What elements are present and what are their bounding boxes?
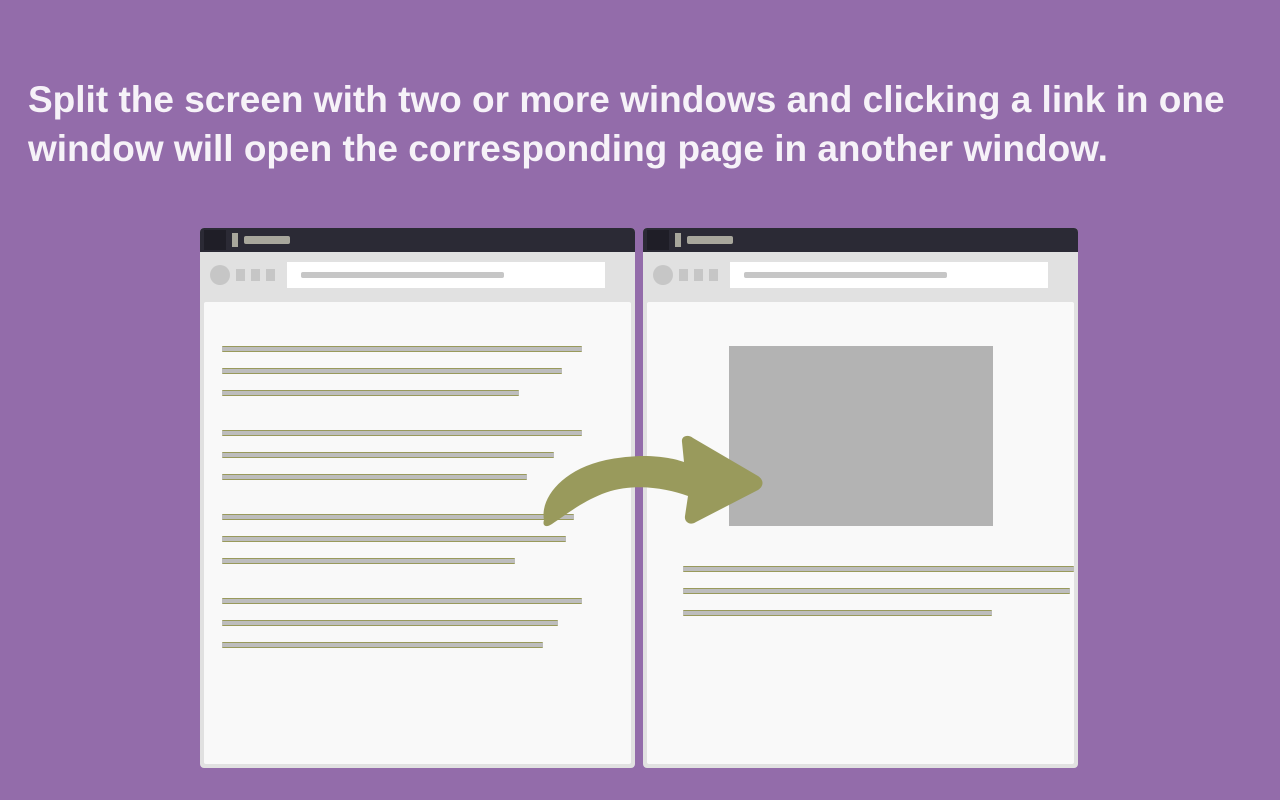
link-line[interactable] <box>222 620 558 626</box>
text-line <box>683 610 992 616</box>
link-line[interactable] <box>222 514 574 520</box>
browser-window-right <box>643 228 1078 768</box>
toolbar <box>643 252 1078 298</box>
app-menu-icon <box>204 230 226 250</box>
nav-button <box>694 269 703 281</box>
browser-window-left <box>200 228 635 768</box>
link-line[interactable] <box>222 452 554 458</box>
link-line[interactable] <box>222 536 566 542</box>
text-line <box>683 588 1070 594</box>
page-content-right <box>647 302 1074 764</box>
link-line[interactable] <box>222 430 582 436</box>
nav-button <box>266 269 275 281</box>
link-line[interactable] <box>222 390 519 396</box>
nav-button <box>679 269 688 281</box>
link-line[interactable] <box>222 474 527 480</box>
link-line[interactable] <box>222 558 515 564</box>
tab-indicator <box>232 233 238 247</box>
profile-avatar-icon <box>653 265 673 285</box>
address-bar <box>287 262 605 288</box>
link-line[interactable] <box>222 368 562 374</box>
headline: Split the screen with two or more window… <box>28 76 1252 174</box>
nav-button <box>251 269 260 281</box>
link-line[interactable] <box>222 598 582 604</box>
tab-indicator <box>675 233 681 247</box>
link-line[interactable] <box>222 346 582 352</box>
tab-title-placeholder <box>244 236 290 244</box>
titlebar <box>643 228 1078 252</box>
nav-button <box>709 269 718 281</box>
link-line[interactable] <box>222 642 543 648</box>
address-bar <box>730 262 1048 288</box>
page-content-left <box>204 302 631 764</box>
toolbar <box>200 252 635 298</box>
app-menu-icon <box>647 230 669 250</box>
profile-avatar-icon <box>210 265 230 285</box>
url-placeholder <box>301 272 504 278</box>
nav-button <box>236 269 245 281</box>
windows-container <box>200 228 1078 768</box>
titlebar <box>200 228 635 252</box>
tab-title-placeholder <box>687 236 733 244</box>
text-line <box>683 566 1074 572</box>
url-placeholder <box>744 272 947 278</box>
image-placeholder <box>729 346 993 526</box>
